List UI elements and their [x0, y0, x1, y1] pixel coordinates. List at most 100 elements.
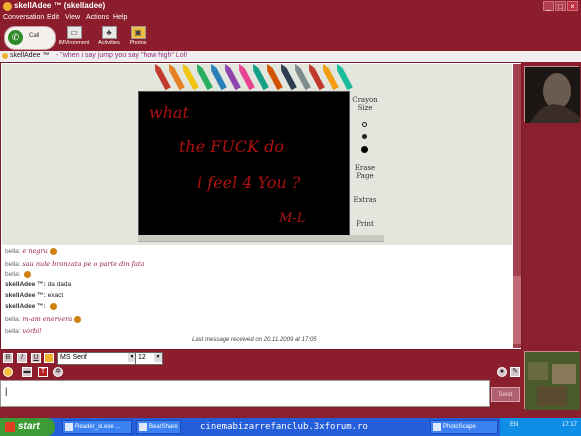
task-label: BearShare	[149, 424, 178, 430]
menu-bar: Conversation Edit View Actions Help	[0, 13, 581, 24]
message-text: sau nule bronzata pe o parte din fata	[22, 260, 145, 268]
message-text: m-am enervera	[22, 315, 73, 323]
bold-icon[interactable]: B	[3, 353, 13, 363]
message-input-value: |	[5, 386, 8, 396]
message-text: exact	[47, 292, 64, 299]
call-label: Call	[29, 33, 40, 39]
chat-scrollbar[interactable]	[513, 64, 521, 348]
message-sender: skellAdee ™:	[5, 292, 46, 299]
insert-toolbar: ▬ T ✲ ● ✎	[0, 365, 522, 380]
crayon[interactable]	[154, 64, 171, 91]
chat-message: skellAdee ™: exact	[5, 292, 63, 299]
menu-view[interactable]: View	[65, 14, 80, 21]
message-input[interactable]: |	[0, 380, 490, 407]
message-sender: bella:	[5, 271, 21, 278]
toolbar: ✆ Call ▭ IMVironment ♣ Activities ▣ Phot…	[0, 24, 581, 51]
window-title: skellAdee ™ (skelladee)	[14, 1, 106, 10]
activities-label: Activities	[98, 40, 120, 46]
menu-actions[interactable]: Actions	[86, 14, 109, 21]
windows-taskbar: start Reader_sl.exe ... BearShare PhotoS…	[0, 418, 581, 436]
language-indicator[interactable]: EN	[510, 422, 518, 428]
message-sender: bella:	[5, 261, 21, 268]
crayon-size-label: Crayon Size	[352, 96, 378, 112]
photos-button[interactable]: ▣ Photos	[121, 26, 155, 50]
taskbar-item-bearshare[interactable]: BearShare	[136, 420, 181, 434]
call-button[interactable]: ✆ Call	[4, 26, 56, 50]
status-message: - "when i say jump you say "how high" Lo…	[56, 52, 188, 59]
my-avatar[interactable]	[524, 351, 580, 410]
conversation-panel: what the FUCK do i feel 4 You ? M-L Cray…	[0, 62, 522, 350]
taskbar-item-reader[interactable]: Reader_sl.exe ...	[62, 420, 132, 434]
message-sender: skellAdee ™:	[5, 281, 46, 288]
erase-page-button[interactable]: Erase Page	[350, 164, 380, 180]
photos-label: Photos	[129, 40, 147, 46]
message-text: vorbi!	[22, 327, 42, 335]
crayon-box	[154, 64, 353, 91]
contact-avatar[interactable]	[524, 66, 581, 123]
close-button[interactable]: ×	[567, 1, 578, 11]
app-icon	[433, 423, 441, 431]
maximize-button[interactable]: □	[555, 1, 566, 11]
chat-message: bella: vorbi!	[5, 327, 42, 335]
chat-message: skellAdee ™: da dada	[5, 281, 71, 288]
menu-help[interactable]: Help	[113, 14, 127, 21]
message-text: e negru	[22, 247, 48, 255]
message-text: da dada	[47, 281, 72, 288]
font-size-select[interactable]: 12 ▼	[135, 352, 163, 365]
settings-icon[interactable]: ✲	[53, 367, 63, 377]
start-button[interactable]: start	[0, 418, 55, 436]
yahoo-messenger-icon	[3, 2, 12, 11]
font-select[interactable]: MS Serif ▼	[57, 352, 137, 365]
contact-name[interactable]: skellAdee ™	[10, 52, 49, 59]
imvironment-button[interactable]: ▭ IMVironment	[57, 26, 91, 50]
pen-icon[interactable]: ✎	[510, 367, 520, 377]
message-sender: skellAdee ™:	[5, 303, 46, 311]
my-avatar-image	[525, 352, 580, 410]
message-sender: bella:	[5, 328, 21, 335]
chat-message: bella: sau nule bronzata pe o parte din …	[5, 260, 144, 268]
underline-icon[interactable]: U	[31, 353, 41, 363]
chat-message: bella: e negru	[5, 247, 57, 255]
audible-icon[interactable]: ▬	[22, 367, 32, 377]
clock: 17:17	[561, 422, 577, 428]
last-message-received: Last message received on 20.11.2009 at 1…	[192, 337, 317, 343]
print-button[interactable]: Print	[350, 220, 380, 228]
title-bar: skellAdee ™ (skelladee) _ □ ×	[0, 0, 581, 13]
send-button[interactable]: Send	[491, 387, 520, 402]
font-select-value: MS Serif	[60, 354, 87, 361]
chevron-down-icon: ▼	[154, 353, 162, 362]
extras-button[interactable]: Extras	[350, 196, 380, 204]
record-icon[interactable]: ●	[497, 367, 507, 377]
crayon-size-small[interactable]	[362, 122, 367, 127]
watermark: cinemabizarrefanclub.3xforum.ro	[200, 422, 368, 432]
doodle-canvas[interactable]: what the FUCK do i feel 4 You ? M-L	[138, 91, 350, 237]
system-tray: EN 17:17	[500, 418, 581, 436]
crayon-size-medium[interactable]	[362, 134, 367, 139]
minimize-button[interactable]: _	[543, 1, 554, 11]
smiley-emoticon-icon	[49, 303, 57, 310]
chat-message: skellAdee ™:	[5, 303, 57, 310]
text-style-icon[interactable]: T	[38, 367, 48, 377]
taskbar-item-photoscape[interactable]: PhotoScape	[430, 420, 498, 434]
smiley-emoticon-icon	[74, 315, 82, 323]
font-color-icon[interactable]	[44, 353, 54, 363]
windows-logo-icon	[5, 422, 15, 432]
menu-edit[interactable]: Edit	[47, 14, 59, 21]
chat-history: bella: e negru bella: sau nule bronzata p…	[2, 246, 512, 348]
crayon-size-large[interactable]	[361, 146, 368, 153]
doodle-line-3: i feel 4 You ?	[197, 173, 301, 192]
scrollbar-thumb[interactable]	[513, 276, 521, 344]
menu-conversation[interactable]: Conversation	[3, 14, 44, 21]
app-icon	[65, 423, 73, 431]
imvironment-label: IMVironment	[58, 40, 90, 46]
chat-message: bella:	[5, 270, 32, 278]
app-icon	[139, 423, 147, 431]
italic-icon[interactable]: I	[17, 353, 27, 363]
font-size-value: 12	[138, 354, 146, 361]
phone-icon: ✆	[8, 30, 23, 45]
message-sender: bella:	[5, 248, 21, 255]
task-label: PhotoScape	[443, 424, 476, 430]
emoticon-icon[interactable]	[3, 367, 13, 377]
message-sender: bella:	[5, 316, 21, 323]
photos-icon: ▣	[130, 26, 146, 39]
